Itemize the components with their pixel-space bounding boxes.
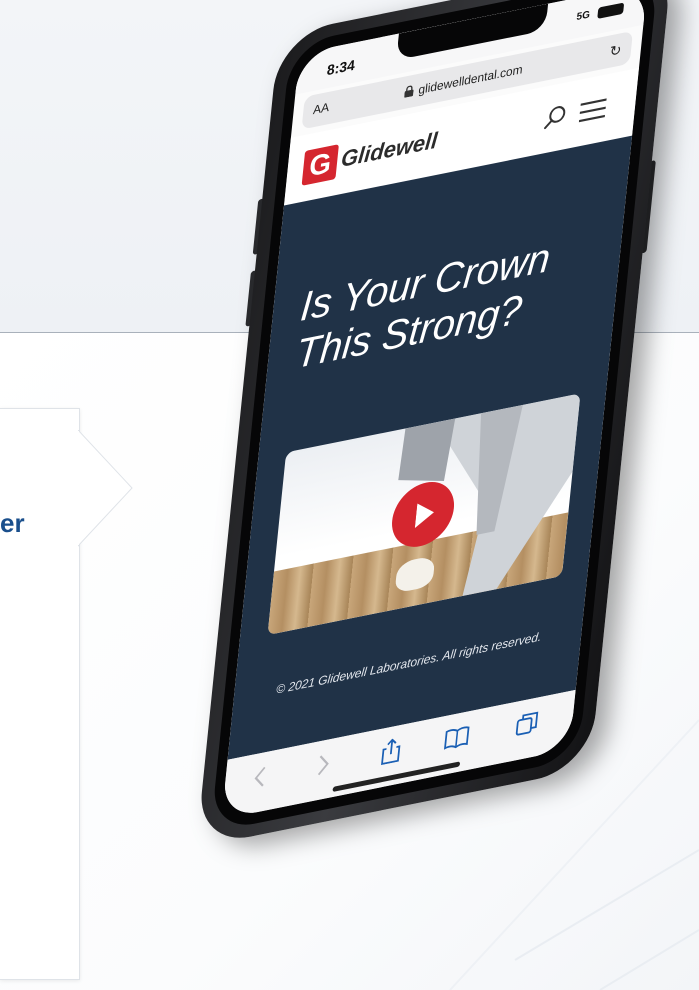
copyright-text: © 2021 Glidewell Laboratories. All right…: [275, 629, 543, 697]
url-text[interactable]: glidewelldental.com: [418, 62, 524, 97]
bookmarks-icon[interactable]: [443, 723, 471, 753]
logo-letter: G: [307, 146, 333, 183]
hero-headline: Is Your Crown This Strong?: [294, 224, 602, 378]
play-icon: [414, 503, 434, 529]
lock-icon: [404, 85, 414, 98]
forward-icon[interactable]: [315, 751, 331, 778]
reload-icon[interactable]: ↻: [609, 41, 622, 61]
glidewell-logo-mark[interactable]: G: [301, 144, 339, 186]
signal-indicator: 5G: [575, 9, 591, 24]
search-icon[interactable]: [543, 102, 569, 131]
share-icon[interactable]: [379, 737, 403, 766]
hamburger-menu-icon[interactable]: [577, 96, 609, 125]
video-thumbnail[interactable]: [267, 393, 581, 636]
back-icon[interactable]: [252, 764, 268, 791]
hero-section: Is Your Crown This Strong? © 2021 Glidew…: [227, 135, 633, 760]
tabs-icon[interactable]: [514, 709, 540, 738]
text-size-button[interactable]: AA: [312, 100, 329, 118]
status-time: 8:34: [326, 56, 356, 79]
battery-icon: [597, 2, 625, 19]
smartphone-mockup: 8:34 5G AA glidewelldental.com ↻ G Glide…: [0, 0, 695, 990]
glidewell-logo-text[interactable]: Glidewell: [340, 127, 439, 173]
